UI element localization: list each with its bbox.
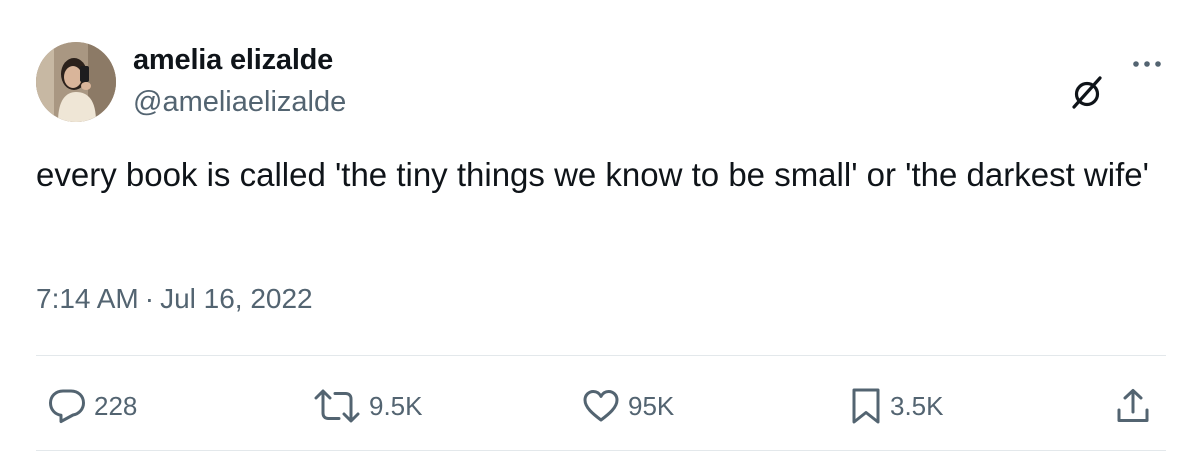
tweet-time: 7:14 AM <box>36 283 139 314</box>
avatar-image <box>36 42 116 122</box>
like-icon <box>583 390 619 422</box>
like-button[interactable]: 95K <box>582 386 674 426</box>
more-options-icon[interactable] <box>1130 56 1164 72</box>
reply-button[interactable]: 228 <box>48 386 137 426</box>
reply-icon <box>49 389 85 423</box>
reply-count: 228 <box>94 390 138 421</box>
divider <box>36 355 1166 356</box>
tweet-text: every book is called 'the tiny things we… <box>36 156 1149 193</box>
avatar[interactable] <box>36 42 116 122</box>
share-button[interactable] <box>1116 386 1150 426</box>
bookmark-icon <box>852 388 880 424</box>
retweet-button[interactable]: 9.5K <box>313 386 423 426</box>
grok-icon[interactable] <box>1067 72 1107 112</box>
display-name[interactable]: amelia elizalde <box>133 44 333 77</box>
like-count: 95K <box>628 390 675 421</box>
retweet-icon <box>314 389 360 423</box>
user-handle[interactable]: @ameliaelizalde <box>133 86 346 119</box>
bookmark-count: 3.5K <box>890 390 944 421</box>
bottom-divider <box>36 450 1166 451</box>
tweet-date: Jul 16, 2022 <box>160 283 313 314</box>
meta-separator: · <box>144 283 155 314</box>
tweet-card: amelia elizalde @ameliaelizalde every bo… <box>0 0 1202 452</box>
bookmark-button[interactable]: 3.5K <box>850 386 944 426</box>
share-icon <box>1117 389 1149 422</box>
retweet-count: 9.5K <box>369 390 423 421</box>
tweet-timestamp[interactable]: 7:14 AM · Jul 16, 2022 <box>36 283 313 315</box>
